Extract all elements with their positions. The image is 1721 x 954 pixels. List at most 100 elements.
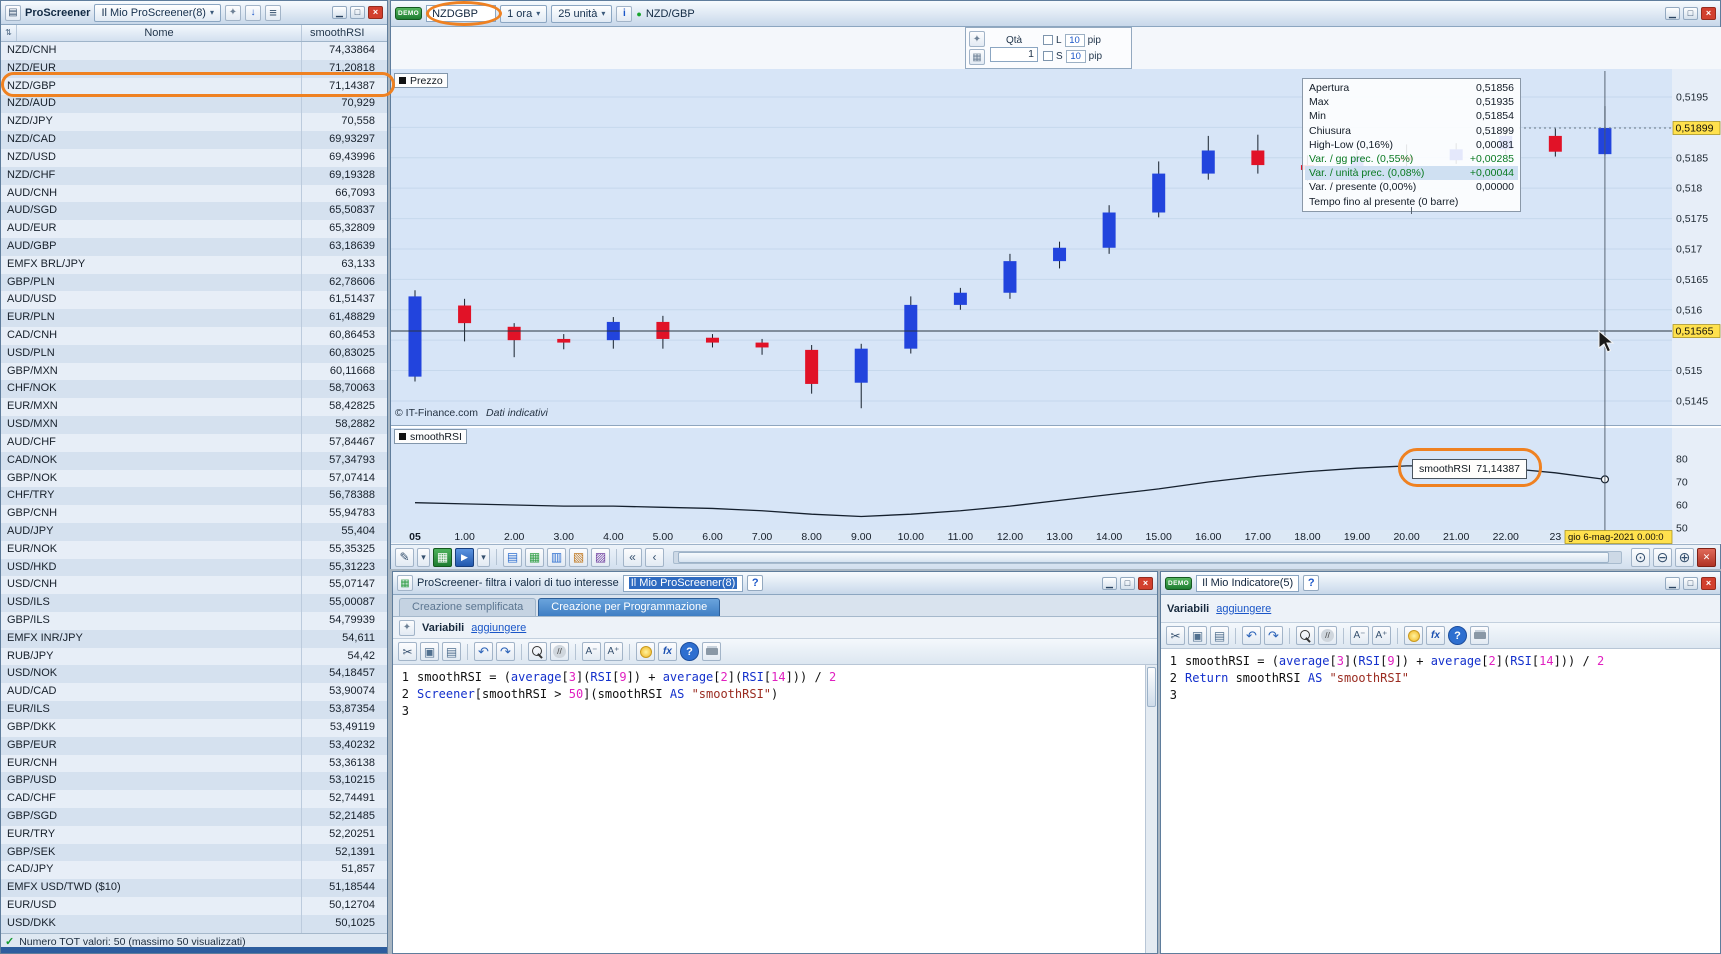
minimize-button[interactable]	[1102, 576, 1117, 590]
undo-icon[interactable]	[1242, 626, 1261, 645]
column-header-name[interactable]: Nome	[17, 25, 302, 41]
font-decrease-icon[interactable]	[1350, 626, 1369, 645]
zoom-fit-icon[interactable]	[1631, 547, 1650, 567]
price-pane-tag[interactable]: Prezzo	[394, 73, 448, 88]
comment-icon[interactable]	[1318, 626, 1337, 645]
redo-icon[interactable]	[1264, 626, 1283, 645]
hint-icon[interactable]	[636, 642, 655, 661]
screener-row[interactable]: AUD/GBP 63,18639	[1, 237, 387, 256]
function-icon[interactable]	[1426, 626, 1445, 645]
calendar-icon[interactable]	[569, 547, 588, 567]
sort-icon[interactable]: ⇅	[1, 25, 17, 41]
minimize-button[interactable]	[1665, 7, 1680, 20]
screener-row[interactable]: NZD/CAD 69,93297	[1, 131, 387, 149]
code-line[interactable]: 1 smoothRSI = (average[3](RSI[9]) + avera…	[1161, 653, 1720, 670]
add-variable-link[interactable]: aggiungere	[1216, 603, 1271, 615]
screener-row[interactable]: EUR/PLN 61,48829	[1, 309, 387, 327]
snapshot-icon[interactable]	[1697, 547, 1716, 567]
search-icon[interactable]	[1296, 626, 1315, 645]
copy-icon[interactable]	[420, 642, 439, 661]
screener-row[interactable]: RUB/JPY 54,42	[1, 647, 387, 666]
screener-row[interactable]: GBP/NOK 57,07414	[1, 469, 387, 488]
symbol-input[interactable]: NZDGBP	[426, 5, 497, 22]
paste-icon[interactable]	[442, 642, 461, 661]
screener-row[interactable]: NZD/CHF 69,19328	[1, 166, 387, 185]
screener-row[interactable]: AUD/USD 61,51437	[1, 291, 387, 310]
help-icon[interactable]: ?	[1303, 575, 1320, 591]
screener-row[interactable]: USD/DKK 50,1025	[1, 914, 387, 933]
close-button[interactable]	[1701, 7, 1716, 20]
grid-icon[interactable]	[525, 547, 544, 567]
short-pips-input[interactable]: 10	[1065, 49, 1086, 63]
indicator-name-tab[interactable]: Il Mio Indicatore(5)	[1196, 574, 1300, 592]
function-icon[interactable]	[658, 642, 677, 661]
print-icon[interactable]	[702, 642, 721, 661]
chart-h-scrollbar[interactable]	[673, 550, 1622, 564]
screener-row[interactable]: GBP/CNH 55,94783	[1, 505, 387, 523]
print-icon[interactable]	[1470, 626, 1489, 645]
screener-row[interactable]: GBP/MXN 60,11668	[1, 362, 387, 381]
code-line[interactable]: 2 Screener[smoothRSI > 50](smoothRSI AS "…	[393, 686, 1157, 703]
screener-row[interactable]: GBP/EUR 53,40232	[1, 736, 387, 755]
screener-row[interactable]: NZD/USD 69,43996	[1, 148, 387, 167]
pencil-icon[interactable]	[395, 547, 414, 567]
screener-row[interactable]: EUR/USD 50,12704	[1, 897, 387, 915]
screener-row[interactable]: AUD/EUR 65,32809	[1, 220, 387, 238]
indicator-code-editor[interactable]: 1 smoothRSI = (average[3](RSI[9]) + avera…	[1161, 649, 1720, 953]
info-icon[interactable]: i	[616, 5, 633, 22]
chart2-icon[interactable]	[591, 547, 610, 567]
share-blue-icon[interactable]	[455, 547, 474, 567]
tab-creazione-programmazione[interactable]: Creazione per Programmazione	[538, 598, 721, 616]
code-line[interactable]: 1 smoothRSI = (average[3](RSI[9]) + avera…	[393, 669, 1157, 686]
minimize-button[interactable]	[1665, 576, 1680, 590]
undo-icon[interactable]	[474, 642, 493, 661]
screener-row[interactable]: AUD/SGD 65,50837	[1, 202, 387, 221]
screener-row[interactable]: GBP/PLN 62,78606	[1, 273, 387, 292]
chart-green-icon[interactable]	[433, 547, 452, 567]
collapse-icon[interactable]	[623, 547, 642, 567]
screener-row[interactable]: CAD/CHF 52,74491	[1, 790, 387, 808]
screener-row[interactable]: USD/HKD 55,31223	[1, 558, 387, 577]
hint-icon[interactable]	[1404, 626, 1423, 645]
code-line[interactable]: 2 Return smoothRSI AS "smoothRSI"	[1161, 670, 1720, 687]
screener-row[interactable]: EUR/CNH 53,36138	[1, 754, 387, 773]
screener-row[interactable]: EUR/MXN 58,42825	[1, 398, 387, 417]
short-checkbox[interactable]	[1043, 51, 1053, 61]
screener-row[interactable]: CHF/TRY 56,78388	[1, 487, 387, 506]
screener-row[interactable]: USD/NOK 54,18457	[1, 665, 387, 684]
copy-icon[interactable]	[1188, 626, 1207, 645]
font-increase-icon[interactable]	[604, 642, 623, 661]
columns-icon[interactable]	[547, 547, 566, 567]
variables-settings-icon[interactable]	[399, 619, 415, 636]
screener-settings-icon[interactable]	[225, 4, 241, 21]
long-checkbox[interactable]	[1043, 35, 1053, 45]
code-v-scrollbar[interactable]	[1145, 665, 1157, 953]
maximize-button[interactable]	[1683, 576, 1698, 590]
timeframe-dropdown[interactable]: 1 ora ▾	[500, 4, 548, 23]
screener-row[interactable]: NZD/GBP 71,14387	[1, 77, 387, 96]
order-settings-icon[interactable]	[969, 31, 985, 47]
scrollbar-thumb[interactable]	[678, 551, 1609, 563]
screener-row[interactable]: NZD/JPY 70,558	[1, 113, 387, 132]
zoom-out-icon[interactable]	[1653, 547, 1672, 567]
screener-row[interactable]: EUR/ILS 53,87354	[1, 701, 387, 719]
column-header-smoothrsi[interactable]: smoothRSI	[302, 27, 387, 39]
cut-icon[interactable]	[398, 642, 417, 661]
screener-row[interactable]: NZD/EUR 71,20818	[1, 59, 387, 78]
screener-row[interactable]: AUD/JPY 55,404	[1, 522, 387, 541]
minimize-button[interactable]	[332, 6, 347, 19]
list-icon[interactable]	[503, 547, 522, 567]
screener-row[interactable]: GBP/ILS 54,79939	[1, 612, 387, 630]
scrollbar-thumb[interactable]	[1147, 667, 1156, 707]
redo-icon[interactable]	[496, 642, 515, 661]
step-back-icon[interactable]	[645, 547, 664, 567]
export-icon[interactable]	[245, 4, 261, 21]
screener-name-tab[interactable]: Il Mio ProScreener(8)	[622, 574, 744, 592]
close-button[interactable]	[1138, 576, 1153, 590]
screener-row[interactable]: GBP/DKK 53,49119	[1, 718, 387, 737]
screener-code-editor[interactable]: 1 smoothRSI = (average[3](RSI[9]) + avera…	[393, 665, 1157, 953]
screener-row[interactable]: AUD/CHF 57,84467	[1, 433, 387, 452]
search-icon[interactable]	[528, 642, 547, 661]
cut-icon[interactable]	[1166, 626, 1185, 645]
units-dropdown[interactable]: 25 unità ▾	[551, 4, 613, 23]
